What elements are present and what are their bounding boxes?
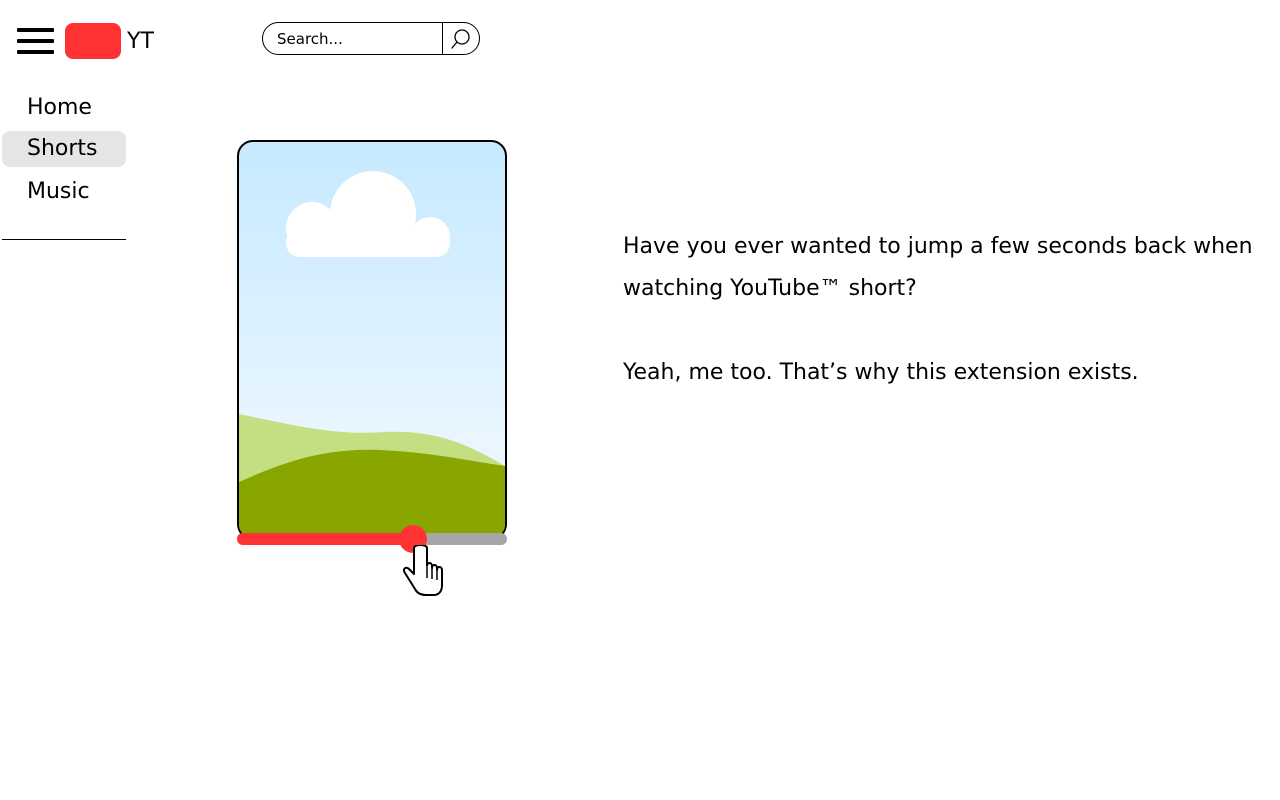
sidebar-divider bbox=[2, 239, 126, 240]
short-video-thumbnail[interactable] bbox=[237, 140, 507, 540]
search-icon bbox=[451, 28, 470, 49]
description-line-2: Yeah, me too. That’s why this extension … bbox=[623, 360, 1139, 385]
search-input[interactable] bbox=[263, 23, 442, 54]
progress-fill bbox=[237, 533, 413, 545]
sidebar-item-home[interactable]: Home bbox=[2, 90, 126, 126]
search-button[interactable] bbox=[442, 23, 479, 54]
logo-icon[interactable] bbox=[65, 23, 121, 59]
sidebar-item-shorts[interactable]: Shorts bbox=[2, 131, 126, 167]
pointer-hand-icon bbox=[402, 545, 443, 596]
hamburger-menu-icon[interactable] bbox=[17, 28, 55, 56]
cloud-icon bbox=[286, 171, 450, 257]
sidebar-item-music[interactable]: Music bbox=[2, 174, 126, 210]
search-box bbox=[262, 22, 480, 55]
logo-text[interactable]: YT bbox=[127, 28, 154, 56]
description-line-1: Have you ever wanted to jump a few secon… bbox=[623, 234, 1253, 301]
description-text: Have you ever wanted to jump a few secon… bbox=[623, 226, 1263, 436]
video-progress-bar[interactable] bbox=[237, 525, 507, 553]
landscape-illustration bbox=[239, 171, 505, 538]
